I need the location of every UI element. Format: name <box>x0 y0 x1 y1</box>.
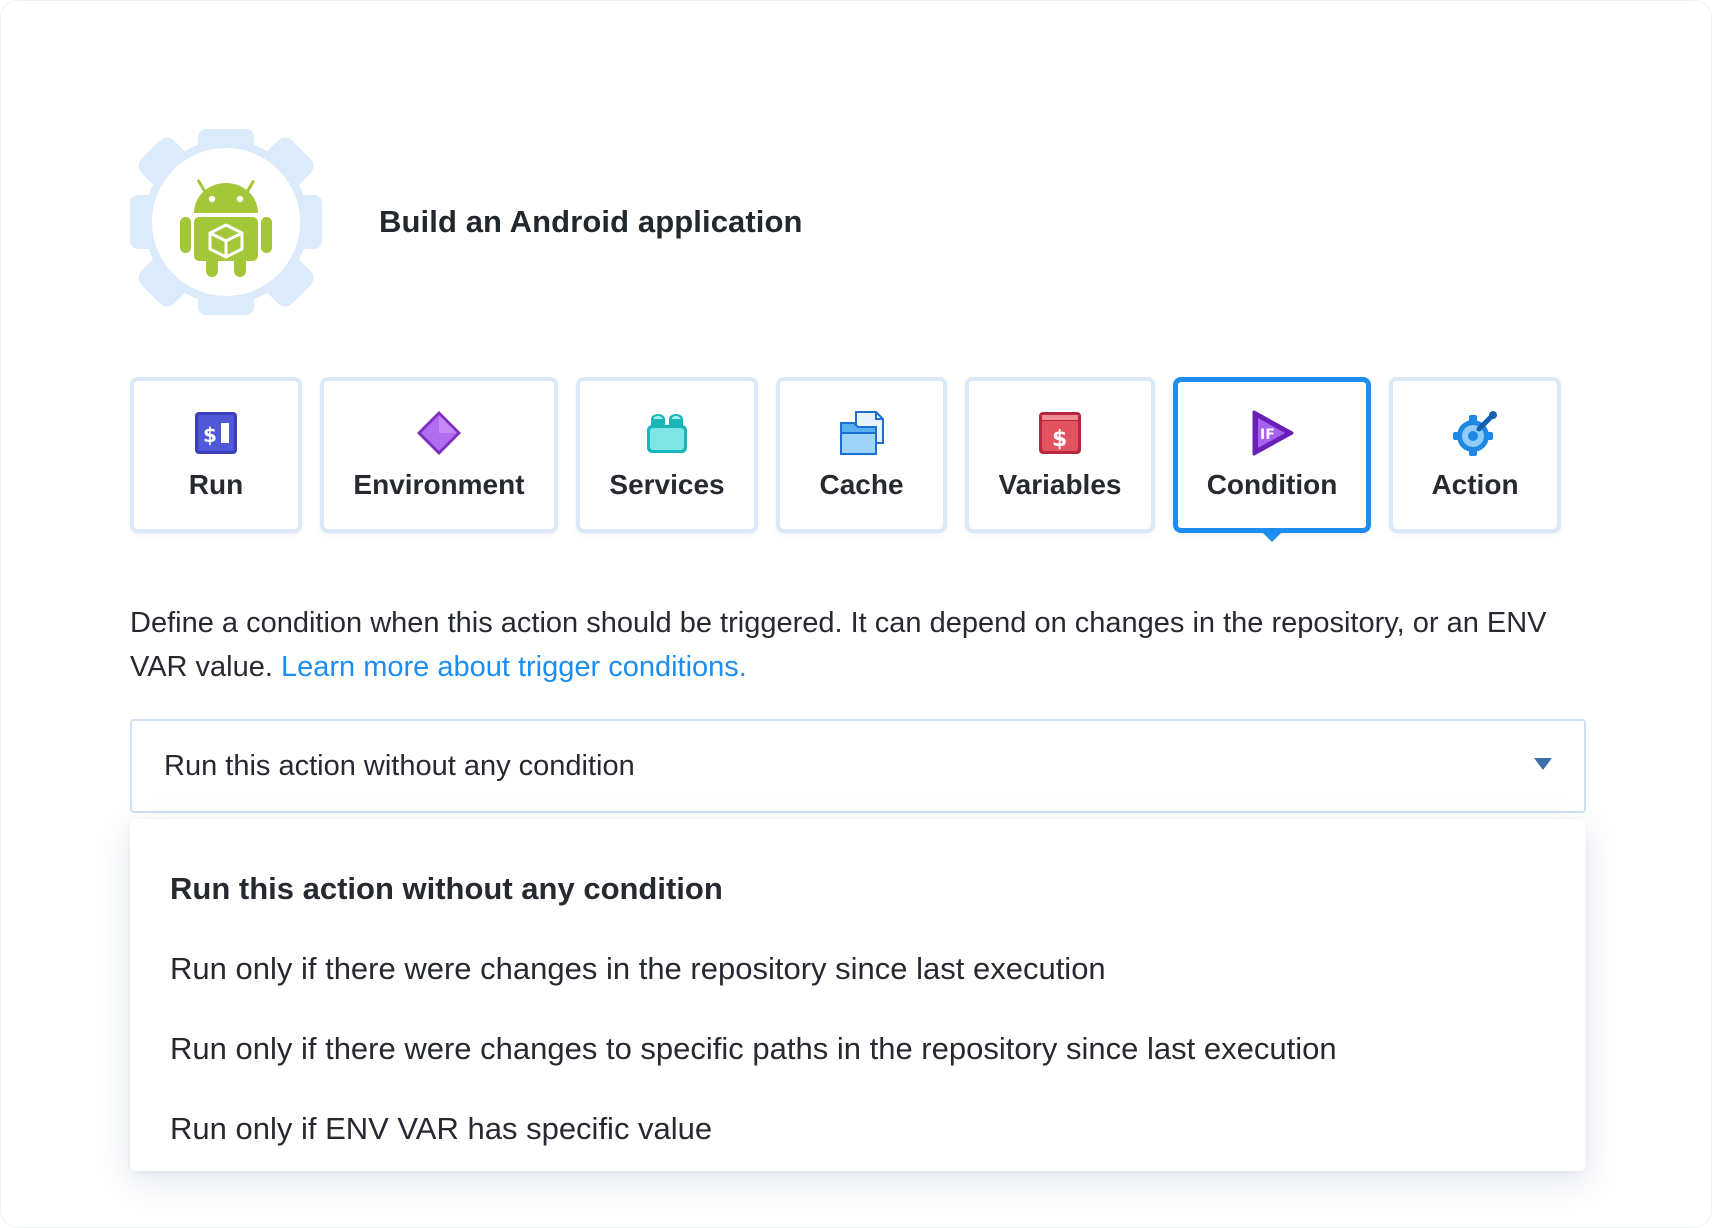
tab-label: Condition <box>1206 469 1338 500</box>
svg-text:$: $ <box>203 423 217 447</box>
dropdown-option-no-condition[interactable]: Run this action without any condition <box>130 849 1586 929</box>
condition-dropdown: Run this action without any condition Ru… <box>130 819 1586 1171</box>
tab-label: Cache <box>819 469 904 500</box>
tab-label: Run <box>188 469 244 500</box>
condition-description: Define a condition when this action shou… <box>130 601 1600 689</box>
select-value: Run this action without any condition <box>164 749 635 782</box>
cache-files-icon <box>839 411 884 455</box>
learn-more-link[interactable]: Learn more about trigger conditions. <box>281 651 747 683</box>
tab-label: Environment <box>353 469 525 500</box>
dropdown-option-env-var[interactable]: Run only if ENV VAR has specific value <box>130 1089 1586 1169</box>
dropdown-option-repo-changes[interactable]: Run only if there were changes in the re… <box>130 929 1586 1009</box>
action-gear-icon <box>1453 411 1497 456</box>
tab-cache[interactable]: Cache <box>776 377 947 533</box>
tab-label: Services <box>609 469 725 500</box>
condition-if-icon: IF <box>1252 410 1294 456</box>
diamond-icon <box>417 411 461 455</box>
tab-action[interactable]: Action <box>1389 377 1561 533</box>
tab-label: Variables <box>998 469 1122 500</box>
tab-label: Action <box>1431 469 1519 500</box>
tab-condition[interactable]: IF Condition <box>1173 377 1371 542</box>
caret-down-icon[interactable] <box>1534 758 1552 770</box>
action-tabs: $ Run Environment Services Cache $ Varia… <box>130 377 1561 542</box>
services-blocks-icon <box>647 414 687 453</box>
pipeline-header: Build an Android application <box>130 129 803 315</box>
variables-dollar-icon: $ <box>1039 412 1081 454</box>
android-gear-icon <box>130 129 322 315</box>
condition-select[interactable]: Run this action without any condition <box>130 719 1586 813</box>
tab-variables[interactable]: $ Variables <box>965 377 1155 533</box>
tab-environment[interactable]: Environment <box>320 377 558 533</box>
page: Build an Android application $ Run Envir… <box>0 0 1712 1228</box>
page-title: Build an Android application <box>379 204 803 239</box>
svg-text:IF: IF <box>1260 427 1275 443</box>
tab-services[interactable]: Services <box>576 377 758 533</box>
dropdown-option-path-changes[interactable]: Run only if there were changes to specif… <box>130 1009 1586 1089</box>
terminal-icon: $ <box>195 412 237 454</box>
svg-text:$: $ <box>1052 427 1067 452</box>
tab-run[interactable]: $ Run <box>130 377 302 533</box>
